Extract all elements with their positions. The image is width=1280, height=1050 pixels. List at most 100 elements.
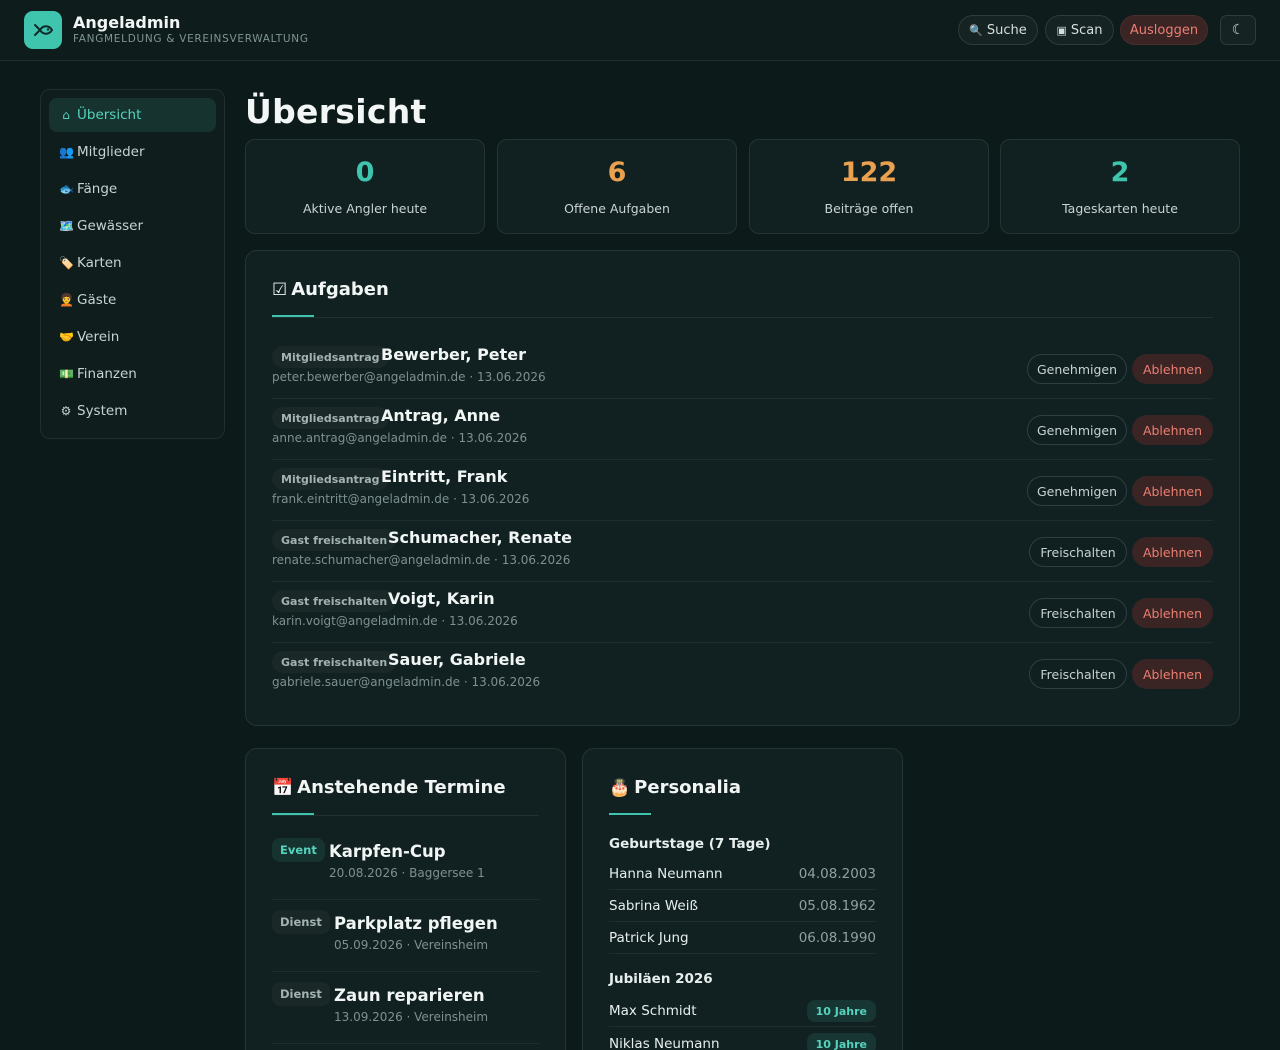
task-type-badge: Mitgliedsantrag [272, 346, 389, 368]
person-name: Patrick Jung [609, 930, 689, 946]
stat-card: 0 Aktive Angler heute [245, 139, 485, 234]
reject-button[interactable]: Ablehnen [1132, 354, 1213, 384]
task-name: Sauer, Gabriele [388, 650, 526, 669]
sidebar-item-karten[interactable]: 🏷️ Karten [49, 246, 216, 280]
stat-value: 2 [1110, 157, 1130, 188]
scan-icon: ▣ [1056, 23, 1067, 37]
task-row: Mitgliedsantrag Bewerber, Peter peter.bewe… [272, 338, 1213, 399]
birthday-row: Patrick Jung 06.08.1990 [609, 922, 876, 954]
sidebar-item-label: Verein [77, 329, 120, 345]
reject-button[interactable]: Ablehnen [1132, 537, 1213, 567]
reject-button[interactable]: Ablehnen [1132, 476, 1213, 506]
person-name: Hanna Neumann [609, 866, 723, 882]
tasks-title: ☑ Aufgaben [272, 279, 389, 300]
money-icon: 💵 [59, 367, 74, 381]
stat-label: Tageskarten heute [1062, 201, 1178, 216]
handshake-icon: 🤝 [59, 330, 74, 344]
home-icon: ⌂ [62, 108, 70, 122]
person-name: Niklas Neumann [609, 1036, 720, 1050]
app-title: Angeladmin [73, 13, 181, 32]
sidebar-item-label: Mitglieder [77, 144, 145, 160]
stat-card: 122 Beiträge offen [749, 139, 989, 234]
top-bar: Angeladmin Fangmeldung & Vereinsverwaltu… [0, 0, 1280, 61]
events-title: 📅 Anstehende Termine [272, 777, 506, 798]
page-title: Übersicht [245, 92, 427, 131]
birthdays-heading: Geburtstage (7 Tage) [609, 836, 771, 852]
sidebar-item-finanzen[interactable]: 💵 Finanzen [49, 357, 216, 391]
task-meta: renate.schumacher@angeladmin.de · 13.06.… [272, 553, 571, 567]
task-type-badge: Gast freischalten [272, 590, 397, 612]
task-meta: frank.eintritt@angeladmin.de · 13.06.202… [272, 492, 530, 506]
stat-card: 6 Offene Aufgaben [497, 139, 737, 234]
checkbox-icon: ☑ [272, 279, 288, 300]
search-button[interactable]: 🔍 Suche [958, 15, 1038, 45]
unlock-button[interactable]: Freischalten [1029, 537, 1127, 567]
logo [24, 11, 62, 49]
event-meta: 05.09.2026 · Vereinsheim [334, 938, 489, 952]
sidebar-item-übersicht[interactable]: ⌂ Übersicht [49, 98, 216, 132]
approve-button[interactable]: Genehmigen [1027, 476, 1127, 506]
title-accent [609, 813, 651, 815]
reject-button[interactable]: Ablehnen [1132, 598, 1213, 628]
jubilee-badge: 10 Jahre [806, 1033, 876, 1050]
map-icon: 🗺️ [59, 219, 74, 233]
jubilee-row: Niklas Neumann 10 Jahre [609, 1028, 876, 1050]
sidebar: ⌂ Übersicht 👥 Mitglieder 🐟 Fänge 🗺️ Gewässer 🏷️ K… [40, 89, 225, 439]
task-name: Eintritt, Frank [381, 467, 508, 486]
tag-icon: 🏷️ [59, 256, 74, 270]
sidebar-item-label: Finanzen [77, 366, 137, 382]
sidebar-item-system[interactable]: ⚙ System [49, 394, 216, 428]
task-row: Mitgliedsantrag Eintritt, Frank frank.eint… [272, 460, 1213, 521]
task-type-badge: Gast freischalten [272, 651, 397, 673]
sidebar-item-label: Gewässer [77, 218, 144, 234]
approve-button[interactable]: Genehmigen [1027, 354, 1127, 384]
task-name: Bewerber, Peter [381, 345, 527, 364]
logout-button[interactable]: Ausloggen [1120, 15, 1208, 45]
sidebar-item-gewässer[interactable]: 🗺️ Gewässer [49, 209, 216, 243]
scan-label: Scan [1070, 22, 1103, 38]
task-row: Gast freischalten Schumacher, Renate renat… [272, 521, 1213, 582]
fish-icon: 🐟 [59, 182, 74, 196]
stat-label: Offene Aufgaben [564, 201, 670, 216]
cake-icon: 🎂 [609, 777, 631, 798]
person-name: Max Schmidt [609, 1003, 697, 1019]
event-title: Zaun reparieren [334, 986, 485, 1005]
task-row: Gast freischalten Sauer, Gabriele gabriele… [272, 643, 1213, 704]
events-card: 📅 Anstehende Termine Event Karpfen-Cup 20.… [245, 748, 566, 1050]
title-accent [272, 315, 314, 317]
task-meta: gabriele.sauer@angeladmin.de · 13.06.202… [272, 675, 541, 689]
reject-button[interactable]: Ablehnen [1132, 659, 1213, 689]
person-name: Sabrina Weiß [609, 898, 698, 914]
event-type-badge: Event [272, 838, 325, 862]
stat-label: Beiträge offen [824, 201, 914, 216]
theme-toggle-button[interactable]: ☾ [1220, 15, 1256, 45]
sidebar-item-label: Karten [77, 255, 122, 271]
divider [272, 815, 539, 816]
event-title: Karpfen-Cup [329, 842, 446, 861]
unlock-button[interactable]: Freischalten [1029, 659, 1127, 689]
personalia-title: 🎂 Personalia [609, 777, 741, 798]
event-row[interactable]: Dienst Parkplatz pflegen 05.09.2026 · Vere… [272, 900, 539, 972]
reject-button[interactable]: Ablehnen [1132, 415, 1213, 445]
sidebar-item-label: Übersicht [77, 107, 142, 123]
sidebar-item-verein[interactable]: 🤝 Verein [49, 320, 216, 354]
tasks-title-text: Aufgaben [291, 279, 389, 300]
task-row: Gast freischalten Voigt, Karin karin.voigt… [272, 582, 1213, 643]
unlock-button[interactable]: Freischalten [1029, 598, 1127, 628]
tasks-card: ☑ Aufgaben Mitgliedsantrag Bewerber, Pete… [245, 250, 1240, 726]
events-title-text: Anstehende Termine [297, 777, 506, 798]
app-subtitle: Fangmeldung & Vereinsverwaltung [73, 33, 309, 45]
stat-value: 6 [607, 157, 627, 188]
sidebar-item-mitglieder[interactable]: 👥 Mitglieder [49, 135, 216, 169]
approve-button[interactable]: Genehmigen [1027, 415, 1127, 445]
sidebar-item-fänge[interactable]: 🐟 Fänge [49, 172, 216, 206]
scan-button[interactable]: ▣ Scan [1045, 15, 1114, 45]
event-row[interactable]: Dienst Zaun reparieren 13.09.2026 · Verein… [272, 972, 539, 1044]
birth-date: 06.08.1990 [798, 930, 876, 946]
sidebar-item-label: Fänge [77, 181, 118, 197]
sidebar-item-gäste[interactable]: 🧑‍🦱 Gäste [49, 283, 216, 317]
event-row[interactable]: Event Karpfen-Cup 20.08.2026 · Baggersee 1 [272, 828, 539, 900]
calendar-icon: 📅 [272, 777, 294, 798]
task-type-badge: Gast freischalten [272, 529, 397, 551]
title-accent [272, 813, 314, 815]
